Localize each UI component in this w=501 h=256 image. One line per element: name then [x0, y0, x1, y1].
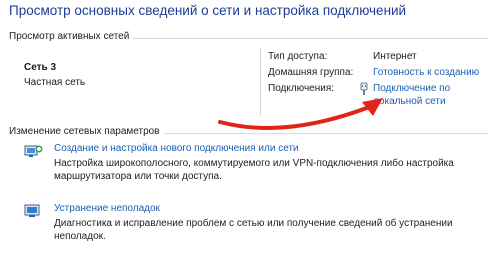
setup-connection-desc: Настройка широкополосного, коммутируемог… [54, 158, 454, 182]
troubleshoot-icon [24, 204, 40, 217]
setup-connection-link[interactable]: Создание и настройка нового подключения … [54, 143, 299, 154]
troubleshoot-link[interactable]: Устранение неполадок [54, 203, 160, 214]
change-settings-heading: Изменение сетевых параметров [9, 126, 160, 137]
section-divider [164, 133, 489, 134]
network-setup-icon [24, 145, 43, 157]
troubleshoot-desc: Диагностика и исправление проблем с сеть… [54, 218, 453, 242]
